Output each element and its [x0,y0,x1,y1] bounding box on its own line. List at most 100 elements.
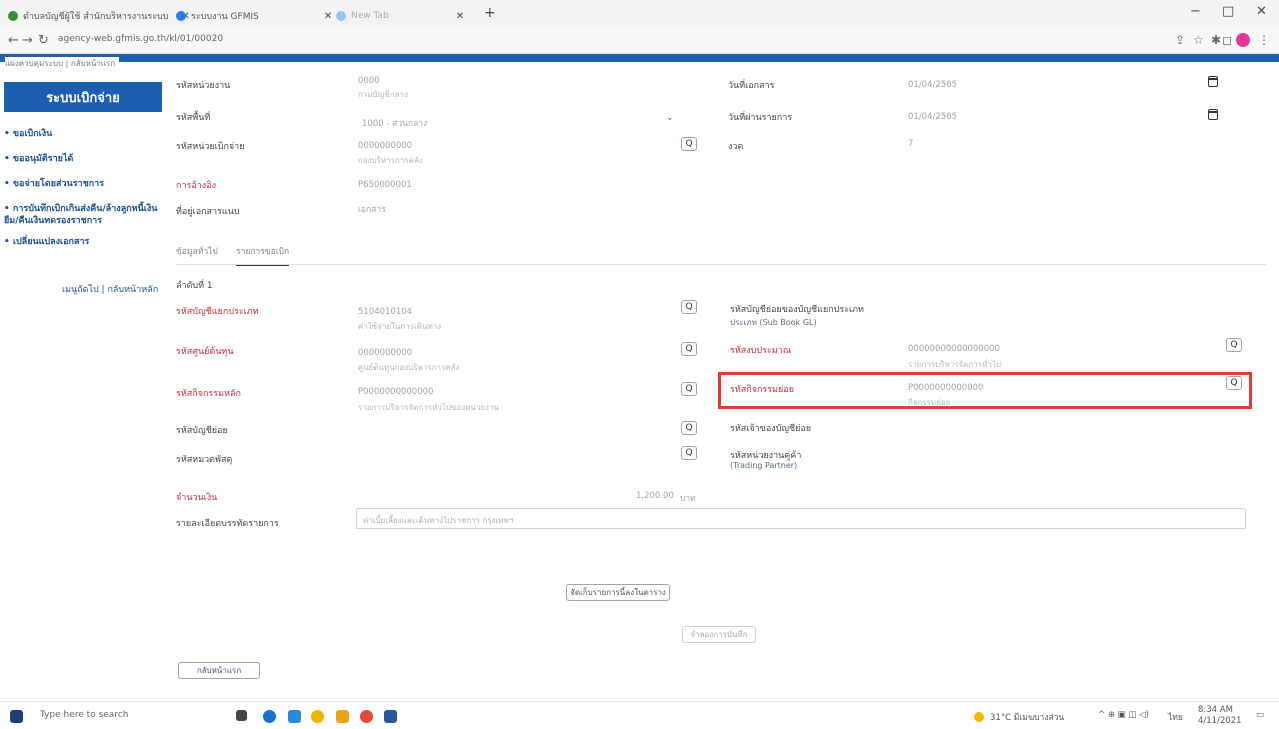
attachment-value[interactable]: เอกสาร [358,202,386,216]
disbursement-unit-value: 0000000000 [358,141,413,151]
reference-label: การอ้างอิง [176,181,216,191]
sidebar-item-revenue[interactable]: • ขออนุมัติรายได้ [4,153,166,165]
clock-time[interactable]: 8:34 AM [1198,705,1233,715]
search-icon[interactable]: Q [681,342,697,356]
site-favicon-icon [176,11,186,21]
search-icon[interactable]: Q [681,300,697,314]
budget-code-name: รายการบริหารจัดการทั่วไป [908,360,1001,369]
chat-icon[interactable] [288,710,301,723]
windows-taskbar: Type here to search 31°C มีเมฆบางส่วน ^ … [0,701,1279,729]
browser-tab-3[interactable]: New Tab ✕ [336,6,464,26]
browser-tab-1[interactable]: ตำบลบัญชีผู้ใช้ สำนักบริหารงานระบบ ✕ [8,6,190,26]
description-label: รายละเอียดบรรทัดรายการ [176,519,279,529]
chrome-active-icon[interactable] [360,710,373,723]
browser-tab-2[interactable]: ระบบงาน GFMIS ✕ [176,6,332,26]
disbursement-unit-label: รหัสหน่วยเบิกจ่าย [176,142,245,152]
post-date-value[interactable]: 01/04/2565 [908,112,957,122]
sub-account-label: รหัสบัญชีย่อย [176,426,228,436]
back-arrow-icon[interactable]: ← [8,33,19,48]
notification-icon[interactable]: ▭ [1256,710,1264,720]
search-icon[interactable]: Q [681,421,697,435]
clock-date[interactable]: 4/11/2021 [1198,716,1242,726]
close-window-button[interactable]: ✕ [1256,4,1267,19]
breadcrumb[interactable]: แผงควบคุมระบบ | กลับหน้าแรก [5,57,120,70]
attachment-label: ที่อยู่เอกสารแนบ [176,207,240,217]
sidebar: ระบบเบิกจ่าย • ขอเบิกเงิน • ขออนุมัติราย… [0,70,165,700]
new-tab-button[interactable]: + [484,5,496,21]
description-input[interactable]: ค่าเบี้ยเลี้ยงและเดินทางไปราชการ กรุงเทพ… [356,508,1246,529]
main-activity-label: รหัสกิจกรรมหลัก [176,389,241,399]
profile-avatar-icon[interactable] [1236,33,1250,47]
reference-value[interactable]: P650000001 [358,180,412,190]
browser-tab-bar: ตำบลบัญชีผู้ใช้ สำนักบริหารงานระบบ ✕ ระบ… [0,0,1279,28]
save-item-button[interactable]: จัดเก็บรายการนี้ลงในตาราง [566,584,670,601]
trading-partner-label: รหัสหน่วยงานคู่ค้า [730,451,802,461]
gl-account-name: ค่าใช้จ่ายในการเดินทาง [358,322,442,331]
minimize-button[interactable]: − [1190,4,1201,19]
agency-code-value: 0000 [358,76,380,86]
close-tab-icon[interactable]: ✕ [456,11,464,22]
maximize-button[interactable]: □ [1222,4,1234,19]
reload-icon[interactable]: ↻ [38,33,49,48]
task-view-icon[interactable] [236,710,247,721]
sidebar-item-change-doc[interactable]: • เปลี่ยนแปลงเอกสาร [4,236,166,248]
extensions-icon[interactable]: ✱ [1211,33,1221,47]
tab-search-icon[interactable]: ◻ [1222,33,1232,47]
main-activity-value[interactable]: P0000000000000 [358,387,433,397]
tray-icons[interactable]: ^ ⊕ ▣ ◫ ◁) [1098,710,1149,720]
agency-code-name: กรมบัญชีกลาง [358,90,408,99]
tab-details[interactable]: รายการขอเบิก [236,244,290,266]
doc-date-value[interactable]: 01/04/2565 [908,80,957,90]
trading-partner-sublabel: (Trading Partner) [730,461,798,470]
menu-dots-icon[interactable]: ⋮ [1258,33,1270,47]
sub-book-gl-label: รหัสบัญชีย่อยของบัญชีแยกประเภท [730,305,864,315]
close-tab-icon[interactable]: ✕ [324,11,332,22]
doc-date-label: วันที่เอกสาร [728,81,775,91]
back-button[interactable]: กลับหน้าแรก [178,662,260,679]
area-code-label: รหัสพื้นที่ [176,113,211,123]
budget-code-label: รหัสงบประมาณ [730,346,792,356]
language-indicator[interactable]: ไทย [1168,710,1183,724]
area-code-select[interactable]: 1000 - ส่วนกลาง [362,116,427,130]
calendar-icon[interactable] [1208,76,1218,87]
cost-center-label: รหัสศูนย์ต้นทุน [176,347,234,357]
bookmark-star-icon[interactable]: ☆ [1193,33,1204,47]
taskbar-search-input[interactable]: Type here to search [40,710,128,720]
header-stripe [0,54,1279,62]
calendar-icon[interactable] [1208,109,1218,120]
sidebar-nav-links[interactable]: เมนูถัดไป | กลับหน้าหลัก [62,282,158,296]
url-field[interactable]: agency-web.gfmis.go.th/kl/01/00020 [58,34,223,44]
budget-code-value[interactable]: 00000000000000000 [908,344,1000,354]
sub-book-gl-sublabel: ประเภท (Sub Book GL) [730,318,817,327]
sidebar-item-withdraw[interactable]: • ขอเบิกเงิน [4,128,166,140]
edge-icon[interactable] [263,710,276,723]
file-explorer-icon[interactable] [336,710,349,723]
browser-address-bar: ← → ↻ agency-web.gfmis.go.th/kl/01/00020… [0,28,1279,54]
cost-center-value[interactable]: 0000000000 [358,348,412,358]
chevron-down-icon[interactable]: ⌄ [666,113,674,123]
period-label: งวด [728,142,744,152]
amount-label: จำนวนเงิน [176,493,218,503]
search-icon[interactable]: Q [681,382,697,396]
search-icon[interactable]: Q [1226,338,1242,352]
search-icon[interactable]: Q [681,446,697,460]
tab-general[interactable]: ข้อมูลทั่วไป [176,244,218,258]
tab-label: New Tab [351,11,389,21]
sub-account-owner-label: รหัสเจ้าของบัญชีย่อย [730,424,812,434]
gl-account-value[interactable]: 5104010104 [358,307,412,317]
windows-start-icon[interactable] [10,710,23,723]
sidebar-title[interactable]: ระบบเบิกจ่าย [4,82,162,112]
material-group-label: รหัสหมวดพัสดุ [176,455,233,465]
weather-icon[interactable] [974,712,984,722]
chrome-taskbar-icon[interactable] [311,710,324,723]
amount-value[interactable]: 1,200.00 [636,491,674,501]
tab-label: ระบบงาน GFMIS [191,12,259,22]
sidebar-item-agency-pay[interactable]: • ขอจ่ายโดยส่วนราชการ [4,178,166,190]
simulate-button[interactable]: จำลองการบันทึก [682,626,756,643]
share-icon[interactable]: ⇪ [1175,33,1185,47]
search-icon[interactable]: Q [681,137,697,151]
sidebar-item-refund[interactable]: • การบันทึกเบิกเกินส่งคืน/ล้างลูกหนี้เงิ… [4,203,166,227]
word-icon[interactable] [384,710,397,723]
weather-text[interactable]: 31°C มีเมฆบางส่วน [990,710,1064,724]
forward-arrow-icon[interactable]: → [22,33,33,48]
